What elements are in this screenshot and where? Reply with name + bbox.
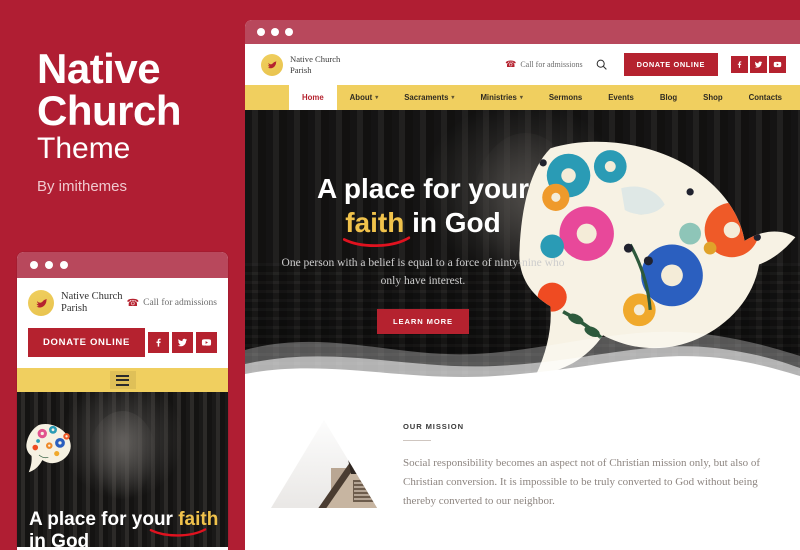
nav-item-contacts[interactable]: Contacts	[736, 85, 795, 110]
call-for-admissions-link[interactable]: ☎ Call for admissions	[505, 59, 582, 70]
hero-copy: A place for your faith in God One person…	[273, 172, 573, 334]
main-navigation: Home About ▾ Sacraments ▾ Ministries ▾ Serm…	[245, 85, 800, 110]
underline-swoosh-icon	[149, 528, 207, 537]
promo-panel: Native Church Theme By imithemes Native …	[0, 0, 245, 550]
mission-text: Social responsibility becomes an aspect …	[403, 457, 761, 507]
floral-dove-illustration	[26, 423, 71, 473]
mission-label: OUR MISSION	[403, 422, 464, 431]
dove-logo-icon	[261, 53, 283, 76]
hero-title: A place for your faith in God	[273, 172, 573, 247]
mobile-hero-title: A place for your faith in God	[29, 509, 222, 547]
mobile-brand[interactable]: Native Church Parish	[28, 290, 123, 316]
hero-title-line1: A place for your	[316, 173, 530, 204]
promo-title-line2: Church	[37, 87, 182, 134]
nav-item-blog[interactable]: Blog	[647, 85, 690, 110]
promo-author: By imithemes	[37, 178, 128, 195]
youtube-icon[interactable]	[769, 56, 786, 73]
nav-label: Events	[608, 93, 634, 102]
youtube-icon[interactable]	[196, 332, 217, 353]
site-brand[interactable]: Native Church Parish	[261, 53, 340, 76]
mobile-call-link[interactable]: ☎ Call for admissions	[127, 298, 217, 309]
mobile-browser-chrome-bar	[17, 252, 228, 278]
desktop-browser-chrome-bar	[245, 20, 800, 44]
social-links	[731, 56, 786, 73]
nav-label: Sermons	[548, 93, 583, 102]
hamburger-menu-icon[interactable]	[109, 371, 136, 389]
nav-label: Home	[302, 93, 324, 102]
hero-title-highlight: faith	[343, 206, 411, 247]
mobile-hero-highlight: faith	[178, 508, 219, 530]
nav-label: About	[349, 93, 373, 102]
site-brand-text: Native Church Parish	[290, 54, 340, 75]
hero-highlight-text: faith	[345, 206, 405, 238]
mobile-social-links	[148, 332, 217, 353]
mobile-nav-bar	[17, 368, 228, 392]
nav-label: Blog	[659, 93, 678, 102]
mobile-hero-part1: A place for your	[29, 508, 179, 530]
twitter-icon[interactable]	[172, 332, 193, 353]
phone-icon: ☎	[126, 297, 140, 309]
hero-title-rest: in God	[404, 206, 501, 238]
mobile-brand-text: Native Church Parish	[61, 291, 123, 316]
window-dot-minimize-icon[interactable]	[45, 261, 53, 269]
search-icon[interactable]	[595, 58, 608, 71]
hero-title-line2: faith in God	[273, 206, 573, 247]
nav-label: Contacts	[748, 93, 782, 102]
facebook-icon[interactable]	[731, 56, 748, 73]
mobile-hero-section: A place for your faith in God	[17, 392, 228, 547]
chevron-down-icon: ▾	[451, 95, 455, 101]
desktop-preview-window: Native Church Parish ☎ Call for admissio…	[245, 20, 800, 550]
page-title: Native Church	[37, 48, 237, 132]
chevron-down-icon: ▾	[519, 95, 523, 101]
window-dot-minimize-icon[interactable]	[271, 28, 279, 36]
brand-line1: Native Church	[290, 54, 341, 65]
nav-item-sermons[interactable]: Sermons	[536, 85, 595, 110]
mobile-preview-window: Native Church Parish ☎ Call for admissio…	[17, 252, 228, 550]
window-dot-maximize-icon[interactable]	[285, 28, 293, 36]
window-dot-close-icon[interactable]	[257, 28, 265, 36]
chevron-down-icon: ▾	[375, 95, 379, 101]
donate-online-button[interactable]: DONATE ONLINE	[623, 53, 718, 76]
promo-title-line1: Native	[37, 45, 161, 92]
nav-label: Shop	[703, 93, 723, 102]
underline-swoosh-icon	[343, 235, 411, 247]
twitter-icon[interactable]	[750, 56, 767, 73]
mobile-site-header: Native Church Parish ☎ Call for admissio…	[17, 278, 228, 357]
nav-label: Ministries	[480, 93, 517, 102]
mission-section: OUR MISSION Social responsibility become…	[245, 390, 800, 550]
promo-subtitle: Theme	[37, 132, 131, 165]
nav-label: Sacraments	[404, 93, 449, 102]
mission-divider	[403, 440, 431, 441]
window-dot-maximize-icon[interactable]	[60, 261, 68, 269]
mobile-brand-line1: Native Church	[61, 290, 123, 302]
phone-icon: ☎	[505, 59, 517, 69]
nav-item-ministries[interactable]: Ministries ▾	[467, 85, 535, 110]
nav-item-events[interactable]: Events	[595, 85, 647, 110]
mobile-phone-label: Call for admissions	[143, 298, 217, 308]
brand-line2: Parish	[290, 64, 312, 75]
nav-item-about[interactable]: About ▾	[337, 85, 392, 110]
window-dot-close-icon[interactable]	[30, 261, 38, 269]
phone-label: Call for admissions	[520, 60, 583, 69]
mobile-donate-button[interactable]: DONATE ONLINE	[28, 328, 146, 357]
wave-divider	[245, 331, 800, 394]
facebook-icon[interactable]	[148, 332, 169, 353]
dove-logo-icon	[28, 290, 54, 316]
nav-item-sacraments[interactable]: Sacraments ▾	[391, 85, 467, 110]
nav-item-home[interactable]: Home	[289, 85, 337, 110]
church-roof-triangle-photo	[269, 418, 379, 510]
mission-body: OUR MISSION Social responsibility become…	[403, 418, 770, 550]
site-header: Native Church Parish ☎ Call for admissio…	[245, 44, 800, 85]
nav-item-shop[interactable]: Shop	[690, 85, 736, 110]
hero-section: A place for your faith in God One person…	[245, 110, 800, 394]
hero-subtitle: One person with a belief is equal to a f…	[281, 257, 565, 287]
mobile-brand-line2: Parish	[61, 303, 88, 314]
